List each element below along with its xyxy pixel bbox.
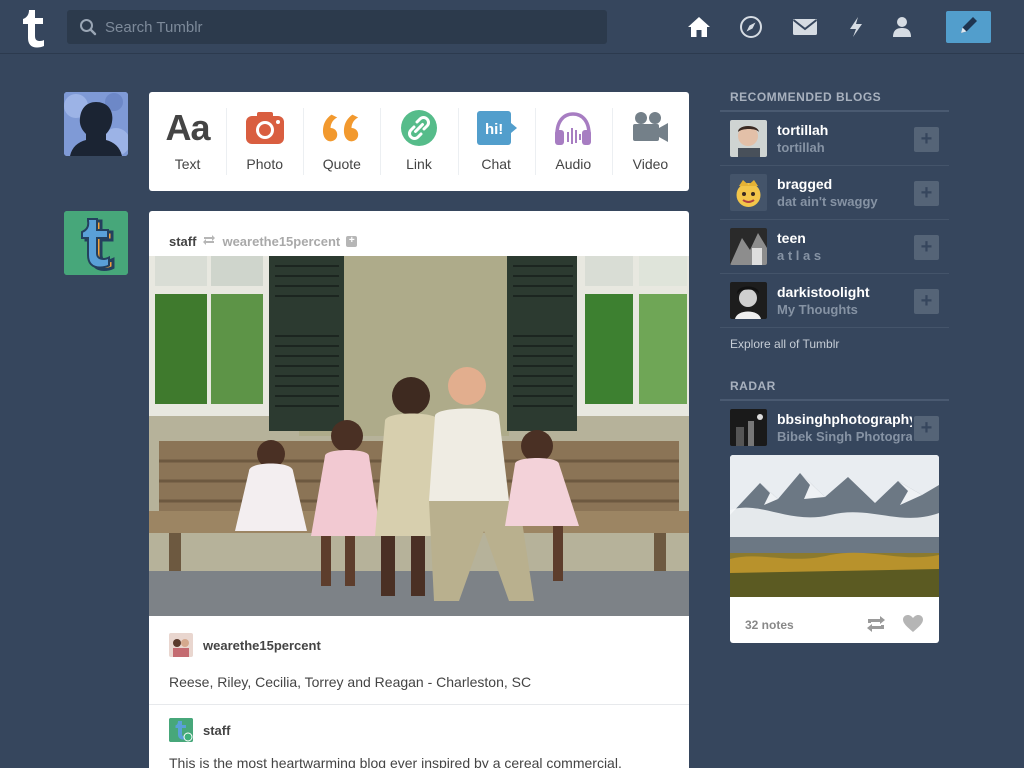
post-caption: Reese, Riley, Cecilia, Torrey and Reagan… [169, 674, 532, 690]
blog-name[interactable]: bragged [777, 176, 912, 192]
post-type-bar: Aa Text Photo Quote Link hi! Chat Audio [149, 92, 689, 191]
radar-blog-item[interactable]: bbsinghphotography Bibek Singh Photograp… [720, 401, 949, 453]
blog-subtitle: My Thoughts [777, 302, 858, 317]
camera-icon [245, 108, 285, 148]
plus-icon: + [920, 417, 933, 439]
activity-lightning-icon[interactable] [843, 14, 869, 40]
blog-avatar[interactable] [730, 282, 767, 319]
follow-plus-icon[interactable]: + [346, 235, 358, 247]
follow-button[interactable]: + [914, 235, 939, 260]
follow-button[interactable]: + [914, 127, 939, 152]
blog-subtitle: a t l a s [777, 248, 822, 263]
explore-compass-icon[interactable] [738, 14, 764, 40]
blog-name[interactable]: darkistoolight [777, 284, 912, 300]
radar-photo-image[interactable] [730, 455, 939, 597]
plus-icon: + [920, 236, 933, 258]
post-type-label: Quote [322, 156, 361, 172]
recommended-blog-item[interactable]: darkistoolight My Thoughts + [720, 274, 949, 328]
compose-button[interactable] [946, 11, 991, 43]
post-link-button[interactable]: Link [380, 92, 457, 191]
post-author-link[interactable]: staff [169, 234, 196, 249]
post-type-label: Link [406, 156, 432, 172]
search-box[interactable] [67, 10, 607, 44]
plus-icon: + [920, 290, 933, 312]
blog-avatar[interactable] [730, 120, 767, 157]
radar-post-footer: 32 notes [730, 602, 939, 643]
reblogger-link[interactable]: staff [203, 723, 230, 738]
blog-subtitle: Bibek Singh Photography [777, 428, 912, 444]
blog-name[interactable]: teen [777, 230, 912, 246]
quote-icon [322, 108, 362, 148]
link-icon [399, 108, 439, 148]
video-camera-icon [630, 108, 670, 148]
reblogger-avatar[interactable] [169, 718, 193, 742]
blog-avatar[interactable] [730, 174, 767, 211]
post-type-label: Video [632, 156, 669, 172]
post-photo-image[interactable] [149, 256, 689, 616]
search-input[interactable] [105, 10, 595, 44]
reblog-arrow-icon [202, 234, 216, 249]
reblogged-from-link[interactable]: wearethe15percent [222, 234, 340, 249]
post-author-avatar[interactable] [64, 211, 128, 275]
follow-button[interactable]: + [914, 416, 939, 441]
tumblr-logo[interactable] [18, 8, 48, 48]
explore-all-link[interactable]: Explore all of Tumblr [720, 328, 949, 360]
like-heart-icon[interactable] [903, 615, 923, 636]
recommended-blogs: RECOMMENDED BLOGS tortillah tortillah + … [720, 90, 949, 360]
follow-button[interactable]: + [914, 289, 939, 314]
chat-bubble-icon: hi! [476, 108, 518, 148]
post-chat-button[interactable]: hi! Chat [457, 92, 535, 191]
reblog-row: staff [149, 705, 689, 755]
blog-subtitle: dat ain't swaggy [777, 194, 878, 209]
blog-avatar[interactable] [730, 228, 767, 265]
blog-avatar[interactable] [730, 408, 767, 446]
follow-button[interactable]: + [914, 181, 939, 206]
blog-name[interactable]: bbsinghphotography [777, 411, 912, 427]
radar-post-card[interactable]: 32 notes [730, 455, 939, 643]
notes-count[interactable]: 32 notes [745, 618, 794, 632]
post-photo-button[interactable]: Photo [226, 92, 303, 191]
dashboard-post: staff wearethe15percent + wearethe15perc… [149, 211, 689, 768]
post-quote-button[interactable]: Quote [303, 92, 380, 191]
headphones-icon [553, 108, 593, 148]
home-icon[interactable] [686, 14, 712, 40]
plus-icon: + [920, 128, 933, 150]
user-avatar[interactable] [64, 92, 128, 156]
post-audio-button[interactable]: Audio [534, 92, 612, 191]
reblog-icon[interactable] [865, 615, 887, 636]
post-header: staff wearethe15percent + [149, 211, 689, 256]
recommended-blog-item[interactable]: teen a t l a s + [720, 220, 949, 274]
post-video-button[interactable]: Video [611, 92, 689, 191]
post-text-button[interactable]: Aa Text [149, 92, 226, 191]
account-person-icon[interactable] [889, 14, 915, 40]
reblog-comment: This is the most heartwarming blog ever … [169, 755, 622, 768]
inbox-envelope-icon[interactable] [792, 14, 818, 40]
text-aa-icon: Aa [165, 107, 211, 148]
blog-subtitle: tortillah [777, 140, 825, 155]
post-type-label: Text [174, 156, 201, 172]
recommended-blog-item[interactable]: bragged dat ain't swaggy + [720, 166, 949, 220]
top-bar [0, 0, 1024, 54]
source-blog-link[interactable]: wearethe15percent [203, 638, 321, 653]
blog-name[interactable]: tortillah [777, 122, 912, 138]
search-icon [79, 18, 97, 41]
radar-section: RADAR bbsinghphotography Bibek Singh Pho… [720, 379, 949, 453]
post-type-label: Photo [246, 156, 283, 172]
post-type-label: Audio [555, 156, 592, 172]
recommended-title: RECOMMENDED BLOGS [720, 90, 949, 112]
recommended-blog-item[interactable]: tortillah tortillah + [720, 112, 949, 166]
post-type-label: Chat [481, 156, 511, 172]
post-source-row: wearethe15percent [149, 616, 689, 674]
pencil-icon [958, 14, 980, 41]
radar-title: RADAR [720, 379, 949, 401]
plus-icon: + [920, 182, 933, 204]
source-blog-avatar[interactable] [169, 633, 193, 657]
